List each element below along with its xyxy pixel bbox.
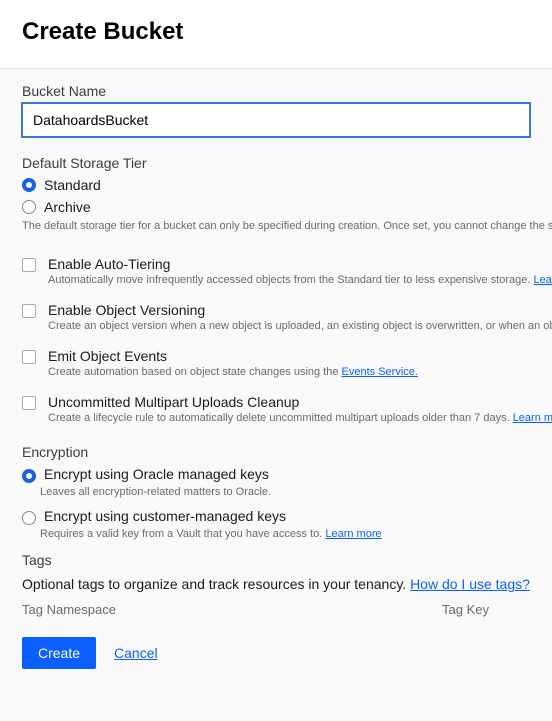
tags-label: Tags	[22, 552, 530, 568]
tag-key-header: Tag Key	[442, 602, 489, 617]
storage-tier-archive[interactable]: Archive	[22, 197, 530, 217]
checkbox-icon	[22, 304, 36, 318]
radio-label: Archive	[44, 197, 91, 217]
radio-label: Encrypt using customer-managed keys	[44, 506, 286, 526]
dialog-content: Bucket Name Default Storage Tier Standar…	[0, 69, 552, 617]
tags-help-link[interactable]: How do I use tags?	[410, 576, 530, 592]
page-title: Create Bucket	[22, 18, 530, 46]
encryption-oracle-desc: Leaves all encryption-related matters to…	[40, 486, 530, 498]
tag-namespace-header: Tag Namespace	[22, 602, 442, 617]
radio-icon	[22, 469, 36, 483]
storage-tier-note: The default storage tier for a bucket ca…	[22, 219, 530, 234]
tags-desc: Optional tags to organize and track reso…	[22, 576, 530, 592]
events-title: Emit Object Events	[48, 348, 418, 364]
checkbox-icon	[22, 258, 36, 272]
bucket-name-input[interactable]	[22, 103, 530, 137]
storage-tier-label: Default Storage Tier	[22, 155, 530, 171]
versioning-desc: Create an object version when a new obje…	[48, 320, 552, 332]
dialog-header: Create Bucket	[0, 0, 552, 69]
dialog-footer: Create Cancel	[0, 617, 552, 689]
auto-tiering-checkbox[interactable]: Enable Auto-Tiering Automatically move i…	[22, 256, 530, 286]
mpu-learn-more-link[interactable]: Learn more	[513, 412, 552, 424]
versioning-checkbox[interactable]: Enable Object Versioning Create an objec…	[22, 302, 530, 332]
bucket-name-label: Bucket Name	[22, 83, 530, 99]
mpu-cleanup-title: Uncommitted Multipart Uploads Cleanup	[48, 394, 552, 410]
events-checkbox[interactable]: Emit Object Events Create automation bas…	[22, 348, 530, 378]
events-desc: Create automation based on object state …	[48, 366, 418, 378]
auto-tiering-desc: Automatically move infrequently accessed…	[48, 274, 552, 286]
encryption-label: Encryption	[22, 444, 530, 460]
radio-label: Standard	[44, 175, 101, 195]
encryption-customer-option[interactable]: Encrypt using customer-managed keys	[22, 506, 530, 526]
encryption-oracle-option[interactable]: Encrypt using Oracle managed keys	[22, 464, 530, 484]
radio-label: Encrypt using Oracle managed keys	[44, 464, 269, 484]
encryption-customer-desc: Requires a valid key from a Vault that y…	[40, 528, 530, 540]
auto-tiering-title: Enable Auto-Tiering	[48, 256, 552, 272]
auto-tiering-learn-link[interactable]: Lear	[533, 274, 552, 286]
versioning-title: Enable Object Versioning	[48, 302, 552, 318]
mpu-cleanup-desc: Create a lifecycle rule to automatically…	[48, 412, 552, 424]
encryption-learn-more-link[interactable]: Learn more	[325, 528, 381, 540]
events-service-link[interactable]: Events Service.	[342, 366, 418, 378]
radio-icon	[22, 511, 36, 525]
create-button[interactable]: Create	[22, 637, 96, 669]
cancel-button[interactable]: Cancel	[114, 645, 158, 661]
checkbox-icon	[22, 396, 36, 410]
radio-icon	[22, 178, 36, 192]
mpu-cleanup-checkbox[interactable]: Uncommitted Multipart Uploads Cleanup Cr…	[22, 394, 530, 424]
radio-icon	[22, 200, 36, 214]
storage-tier-standard[interactable]: Standard	[22, 175, 530, 195]
checkbox-icon	[22, 350, 36, 364]
